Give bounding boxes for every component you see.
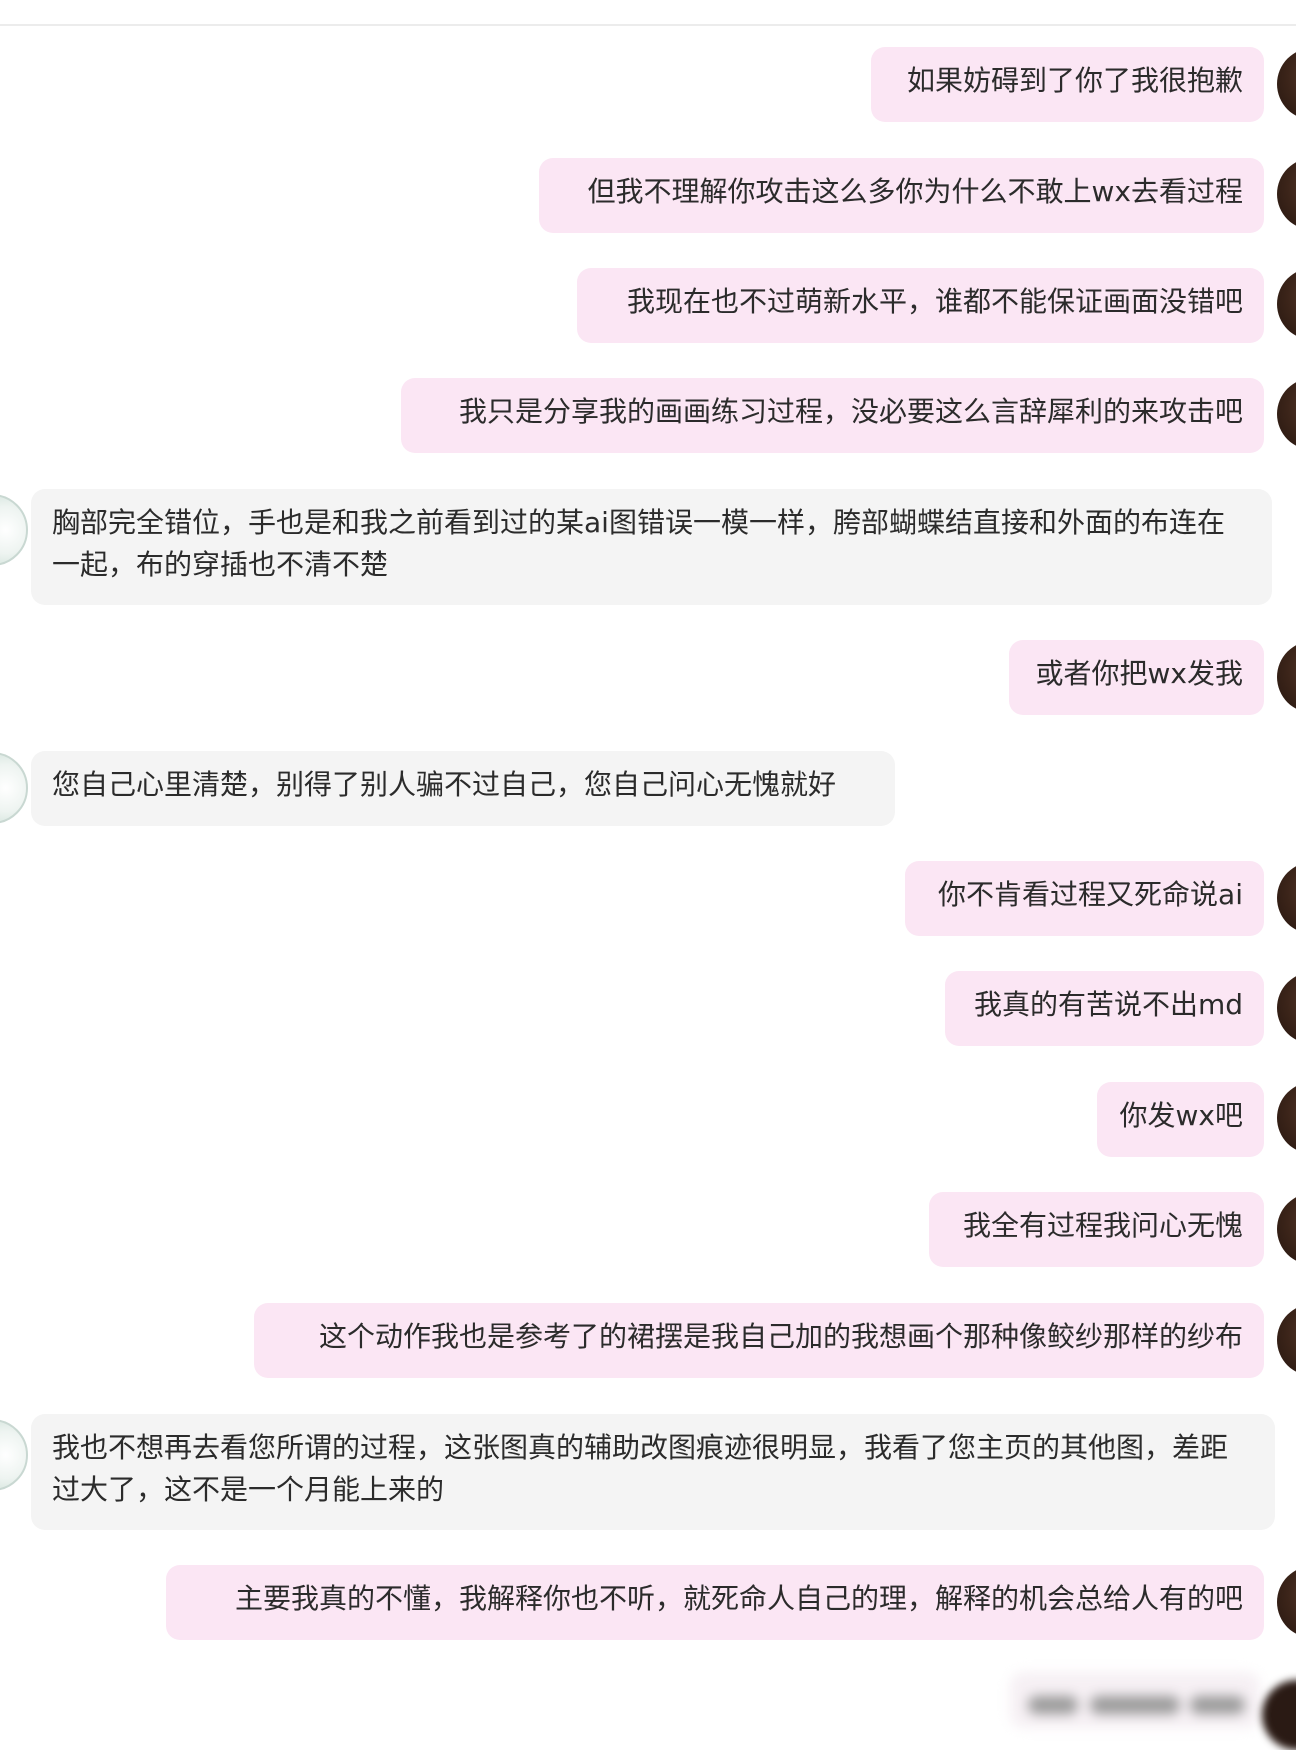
message-bubble-outgoing[interactable]: 我只是分享我的画画练习过程，没必要这么言辞犀利的来攻击吧	[401, 378, 1264, 453]
user-avatar[interactable]	[1277, 1082, 1296, 1154]
message-text: 我现在也不过萌新水平，谁都不能保证画面没错吧	[626, 285, 1243, 318]
user-avatar[interactable]	[1277, 862, 1296, 934]
message-bubble-outgoing[interactable]: 你不肯看过程又死命说ai	[905, 861, 1264, 936]
message-text: 主要我真的不懂，我解释你也不听，就死命人自己的理，解释的机会总给人有的吧	[234, 1582, 1243, 1615]
message-bubble-outgoing[interactable]: 这个动作我也是参考了的裙摆是我自己加的我想画个那种像鲛纱那样的纱布	[254, 1303, 1264, 1378]
message-text: 你发wx吧	[1119, 1099, 1243, 1132]
message-text: 我全有过程我问心无愧	[962, 1209, 1243, 1242]
user-avatar[interactable]	[1277, 1193, 1296, 1265]
message-bubble-incoming[interactable]: 胸部完全错位，手也是和我之前看到过的某ai图错误一模一样，胯部蝴蝶结直接和外面的…	[31, 489, 1272, 605]
message-text: 我只是分享我的画画练习过程，没必要这么言辞犀利的来攻击吧	[458, 395, 1243, 428]
user-avatar[interactable]	[1277, 1304, 1296, 1376]
message-text: 你不肯看过程又死命说ai	[938, 878, 1243, 911]
contact-avatar[interactable]	[0, 1419, 28, 1491]
message-bubble-outgoing[interactable]: 你发wx吧	[1097, 1082, 1264, 1157]
message-text: 但我不理解你攻击这么多你为什么不敢上wx去看过程	[587, 175, 1243, 208]
user-avatar[interactable]	[1277, 641, 1296, 713]
message-bubble-outgoing[interactable]: 或者你把wx发我	[1009, 640, 1264, 715]
message-bubble-outgoing[interactable]: 我现在也不过萌新水平，谁都不能保证画面没错吧	[577, 268, 1264, 343]
message-text: 这个动作我也是参考了的裙摆是我自己加的我想画个那种像鲛纱那样的纱布	[318, 1320, 1243, 1353]
message-bubble-outgoing[interactable]: 主要我真的不懂，我解释你也不听，就死命人自己的理，解释的机会总给人有的吧	[166, 1565, 1264, 1640]
redacted-avatar	[1262, 1680, 1296, 1750]
message-bubble-outgoing[interactable]: 如果妨碍到了你了我很抱歉	[871, 47, 1264, 122]
message-bubble-incoming[interactable]: 我也不想再去看您所谓的过程，这张图真的辅助改图痕迹很明显，我看了您主页的其他图，…	[31, 1414, 1275, 1530]
redacted-message-bubble	[1010, 1672, 1260, 1728]
user-avatar[interactable]	[1277, 158, 1296, 230]
user-avatar[interactable]	[1277, 1566, 1296, 1638]
message-text: 如果妨碍到了你了我很抱歉	[906, 64, 1243, 97]
top-divider	[0, 0, 1296, 26]
message-text: 我真的有苦说不出md	[973, 988, 1243, 1021]
message-bubble-outgoing[interactable]: 但我不理解你攻击这么多你为什么不敢上wx去看过程	[539, 158, 1264, 233]
contact-avatar[interactable]	[0, 752, 28, 824]
message-bubble-incoming[interactable]: 您自己心里清楚，别得了别人骗不过自己，您自己问心无愧就好	[31, 751, 895, 826]
message-text: 您自己心里清楚，别得了别人骗不过自己，您自己问心无愧就好	[52, 768, 837, 801]
message-text: 胸部完全错位，手也是和我之前看到过的某ai图错误一模一样，胯部蝴蝶结直接和外面的…	[52, 506, 1225, 581]
user-avatar[interactable]	[1277, 48, 1296, 120]
message-text: 我也不想再去看您所谓的过程，这张图真的辅助改图痕迹很明显，我看了您主页的其他图，…	[52, 1431, 1229, 1506]
message-text: 或者你把wx发我	[1035, 657, 1243, 690]
contact-avatar[interactable]	[0, 494, 28, 566]
user-avatar[interactable]	[1277, 378, 1296, 450]
user-avatar[interactable]	[1277, 972, 1296, 1044]
user-avatar[interactable]	[1277, 268, 1296, 340]
message-bubble-outgoing[interactable]: 我真的有苦说不出md	[945, 971, 1264, 1046]
message-bubble-outgoing[interactable]: 我全有过程我问心无愧	[929, 1192, 1264, 1267]
